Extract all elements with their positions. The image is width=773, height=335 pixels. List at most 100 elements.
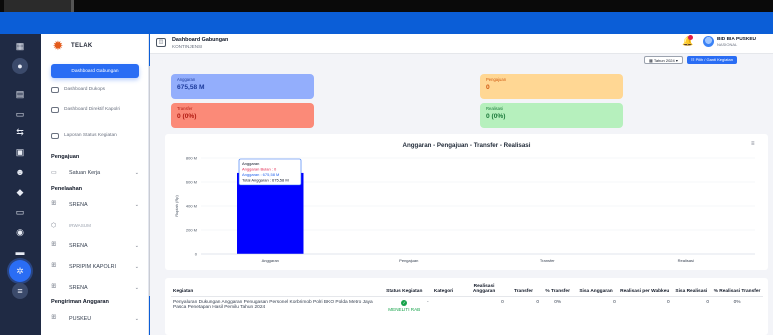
sidebar-item-label: Laporan Status Kegiatan (64, 133, 117, 138)
col-sisa-realisasi[interactable]: Sisa Realisasi (671, 282, 712, 297)
avatar-icon[interactable]: ● (12, 58, 28, 74)
table-row[interactable]: Penyaluran Dukungan Anggaran Penugasan P… (171, 297, 763, 316)
settings-icon[interactable]: ✲ (9, 260, 31, 282)
y-tick-label: 0 (195, 252, 198, 257)
tooltip-line: Anggaran Bulan : 0 (242, 167, 277, 172)
money-icon[interactable]: ▣ (12, 144, 28, 160)
col-pct-transfer[interactable]: % Transfer (541, 282, 575, 297)
page-subtitle: KONTINJENSI (172, 44, 203, 49)
browser-bar (0, 12, 773, 34)
cell-sisa-anggaran: 0 (613, 300, 616, 305)
table-header-row: Kegiatan Status Kegiatan Kategori Realis… (171, 282, 763, 297)
exchange-icon[interactable]: ⇆ (12, 124, 28, 140)
stat-value: 0 (486, 84, 490, 91)
group-icon: ꕥ (51, 242, 57, 248)
sidebar-item-srena-1[interactable]: ꕥ SRENA ⌄ (51, 201, 139, 208)
sidebar-item-irwasum[interactable]: ⬡ IRWASUM (51, 222, 139, 229)
filter-bar: ▦ Tahun 2024 ▾ ☷ Pilih / Ganti Kegiatan (644, 56, 737, 64)
chevron-down-icon: ⌄ (134, 201, 139, 208)
brand[interactable]: ✹ TELAK (51, 39, 93, 53)
section-pengajuan: Pengajuan (51, 154, 80, 160)
choose-activity-button[interactable]: ☷ Pilih / Ganti Kegiatan (686, 56, 737, 64)
section-pengiriman-anggaran: Pengiriman Anggaran (51, 299, 109, 305)
cell-kegiatan: Penyaluran Dukungan Anggaran Penugasan P… (173, 300, 373, 310)
window-tab[interactable] (4, 0, 74, 12)
sidebar-item-srena-3[interactable]: ꕥ SRENA ⌄ (51, 284, 139, 291)
col-kategori[interactable]: Kategori (425, 282, 463, 297)
car-icon[interactable]: ▭ (12, 106, 28, 122)
y-tick-label: 400 M (186, 204, 197, 209)
cell-sisa-realisasi: 0 (706, 300, 710, 305)
card-icon[interactable]: ▭ (12, 204, 28, 220)
stat-value: 0 (0%) (486, 113, 506, 120)
dashboard-icon (51, 107, 59, 113)
col-status[interactable]: Status Kegiatan (383, 282, 425, 297)
sidebar-item-label: Dashboard Direktif Kapolri (64, 107, 120, 112)
x-tick-label: Transfer (540, 258, 555, 263)
window-top-strip (0, 0, 773, 12)
cell-pct-transfer: 0% (554, 300, 562, 305)
sidebar-item-puskeu[interactable]: ꕥ PUSKEU ⌄ (51, 315, 139, 322)
bar-chart: 0 200 M 400 M 600 M 800 M Rupiah (Rp) Anggaran… (174, 156, 755, 263)
chevron-down-icon: ⌄ (134, 263, 139, 270)
stat-card-anggaran: Anggaran 675,58 M (171, 74, 314, 99)
activity-table: Kegiatan Status Kegiatan Kategori Realis… (171, 282, 763, 315)
group-icon: ꕥ (51, 201, 57, 207)
user-role: NASIONAL (717, 42, 738, 47)
chevron-down-icon: ⌄ (134, 242, 139, 249)
sidebar-item-satuan-kerja[interactable]: ▭ Satuan Kerja ⌄ (51, 169, 139, 177)
notification-badge (688, 35, 693, 40)
tag-icon[interactable]: ◆ (12, 184, 28, 200)
sidebar-item-dashboard-direktif[interactable]: Dashboard Direktif Kapolri (51, 107, 139, 113)
y-tick-label: 200 M (186, 228, 197, 233)
year-select[interactable]: ▦ Tahun 2024 ▾ (644, 56, 683, 64)
dashboard-icon (51, 87, 59, 93)
col-sisa-anggaran[interactable]: Sisa Anggaran (574, 282, 618, 297)
people-icon[interactable]: ☻ (12, 164, 28, 180)
wallet-icon[interactable]: ▤ (12, 86, 28, 102)
col-realisasi-wabkeu[interactable]: Realisasi per Wabkeu (617, 282, 672, 297)
cell-transfer: 0 (536, 300, 540, 305)
cell-realisasi-wabkeu: 0 (667, 300, 670, 305)
col-pct-realisasi-transfer[interactable]: % Realisasi Transfer (711, 282, 763, 297)
page-heading: Dashboard Gabungan KONTINJENSI (172, 37, 228, 49)
main-content: ◫ Dashboard Gabungan KONTINJENSI 🔔 BID B… (150, 34, 773, 335)
y-tick-label: 600 M (186, 180, 197, 185)
sidebar-item-dashboard-dukops[interactable]: Dashboard Dukops (51, 87, 139, 93)
check-circle-icon: ✓ (401, 300, 408, 306)
notification-bell-icon[interactable]: 🔔 (682, 35, 693, 46)
x-tick-label: Realisasi (678, 258, 694, 263)
activity-table-card: Kegiatan Status Kegiatan Kategori Realis… (165, 278, 768, 335)
stat-card-transfer: Transfer 0 (0%) (171, 103, 314, 128)
group-icon: ꕥ (51, 263, 57, 269)
tooltip-line: Anggaran : 675,58 M (242, 172, 279, 177)
col-kegiatan[interactable]: Kegiatan (171, 282, 384, 297)
menu-icon[interactable]: ≡ (12, 283, 28, 299)
cell-kategori: - (427, 300, 429, 305)
wifi-icon[interactable]: ◉ (12, 224, 28, 240)
col-realisasi-anggaran[interactable]: Realisasi Anggaran (462, 282, 506, 297)
sidebar-toggle-icon[interactable]: ◫ (156, 38, 166, 47)
group-icon: ꕥ (51, 315, 57, 321)
status-badge[interactable]: ✓ MENELITI RAB (384, 297, 425, 316)
x-tick-label: Pengajuan (399, 258, 418, 263)
sidebar-item-srena-2[interactable]: ꕥ SRENA ⌄ (51, 242, 139, 249)
stat-value: 675,58 M (177, 84, 205, 91)
shield-icon: ⬡ (51, 223, 57, 229)
car2-icon[interactable]: ▬ (12, 244, 28, 260)
sidebar-item-spripim-kapolri[interactable]: ꕥ SPRIPIM KAPOLRI ⌄ (51, 263, 139, 270)
avatar[interactable] (703, 36, 714, 47)
app-name: TELAK (71, 43, 93, 49)
topbar: ◫ Dashboard Gabungan KONTINJENSI 🔔 BID B… (150, 34, 773, 54)
col-transfer[interactable]: Transfer (505, 282, 542, 297)
chart-card: Anggaran - Pengajuan - Transfer - Realis… (165, 134, 768, 270)
stat-value: 0 (0%) (177, 113, 197, 120)
user-info[interactable]: BID BIA PUSKEU NASIONAL (717, 37, 756, 47)
sidebar-item-laporan-status[interactable]: Laporan Status Kegiatan (51, 133, 139, 139)
page-title: Dashboard Gabungan (172, 37, 229, 43)
stat-card-realisasi: Realisasi 0 (0%) (480, 103, 623, 128)
grid-icon[interactable]: ▦ (12, 38, 28, 54)
chevron-down-icon: ⌄ (134, 284, 139, 291)
sidebar-item-dashboard-gabungan[interactable]: Dashboard Gabungan (51, 64, 139, 78)
stat-card-pengajuan: Pengajuan 0 (480, 74, 623, 99)
